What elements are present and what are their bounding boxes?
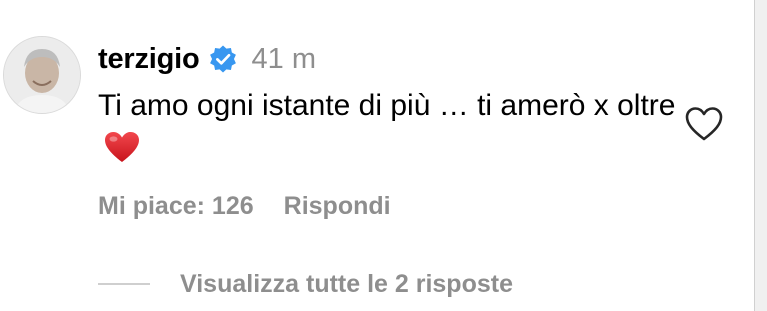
scrollbar-track[interactable]	[754, 0, 767, 311]
replies-divider	[98, 283, 150, 285]
view-replies-button[interactable]: Visualizza tutte le 2 risposte	[98, 266, 513, 302]
view-replies-label: Visualizza tutte le 2 risposte	[180, 269, 513, 298]
username[interactable]: terzigio	[98, 43, 200, 76]
heart-outline-icon	[685, 107, 723, 141]
like-comment-button[interactable]	[684, 106, 724, 142]
red-heart-emoji	[104, 131, 140, 163]
comment-text: Ti amo ogni istante di più … ti amerò x …	[98, 89, 676, 122]
reply-button[interactable]: Rispondi	[284, 192, 391, 221]
comment-header: terzigio 41 m	[98, 36, 316, 82]
avatar-photo	[4, 37, 80, 113]
comment-body: Ti amo ogni istante di più … ti amerò x …	[98, 84, 678, 170]
comment: terzigio 41 m Ti amo ogni istante di più…	[0, 0, 755, 311]
comment-actions: Mi piace: 126 Rispondi	[98, 188, 391, 224]
comment-timestamp: 41 m	[251, 42, 316, 75]
likes-count[interactable]: Mi piace: 126	[98, 192, 254, 221]
avatar[interactable]	[3, 36, 81, 114]
verified-badge-icon	[208, 44, 238, 74]
